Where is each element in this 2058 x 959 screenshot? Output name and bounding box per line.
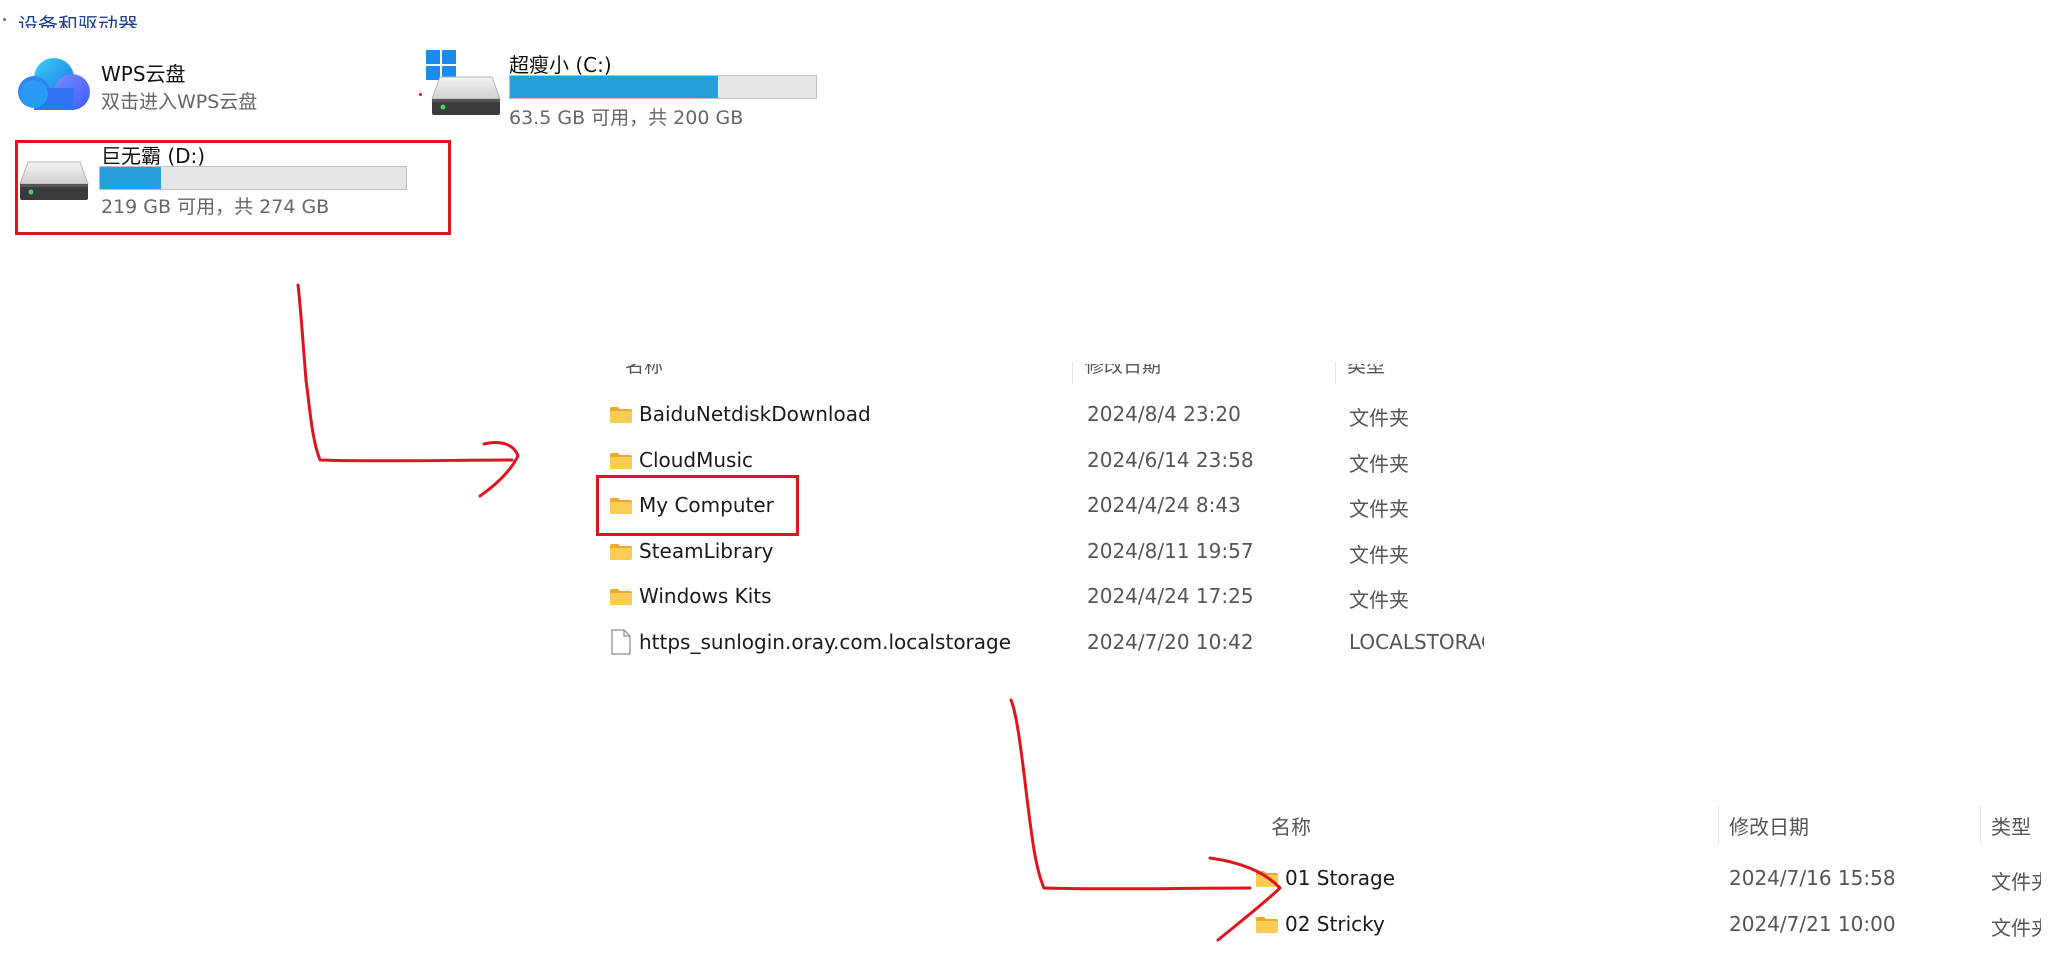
arrow-drive-to-list	[296, 283, 514, 463]
arrow-list-to-subfolders	[1009, 698, 1252, 891]
arrowhead	[1208, 856, 1282, 942]
arrowhead	[478, 441, 520, 498]
annotation-arrows	[296, 283, 1282, 942]
